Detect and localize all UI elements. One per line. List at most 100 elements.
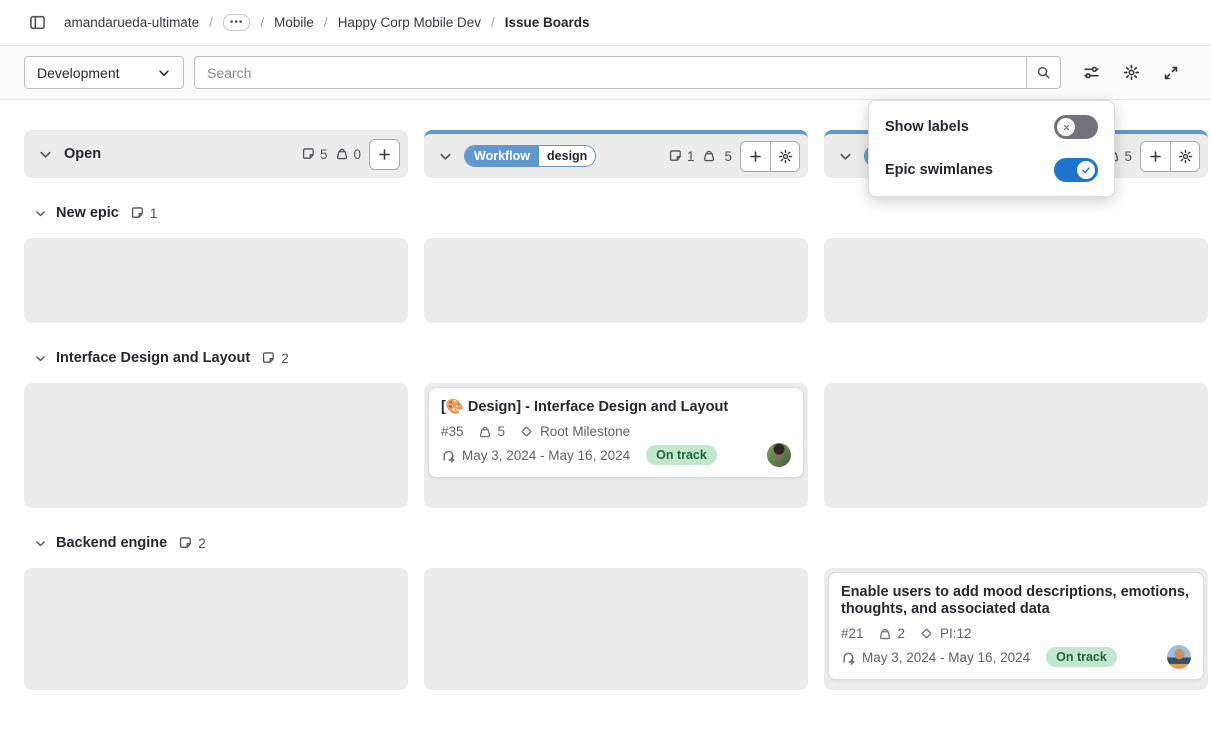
breadcrumb-group[interactable]: amandarueda-ultimate: [64, 15, 199, 30]
weight-icon: [878, 627, 892, 641]
issue-meta-row: #21 2 PI:12: [841, 626, 1191, 641]
issue-title: Enable users to add mood descriptions, e…: [841, 584, 1191, 618]
collapse-swimlane-button[interactable]: [32, 205, 48, 221]
column-actions: [369, 139, 400, 170]
column-issue-count: 5: [302, 147, 328, 162]
list-settings-button[interactable]: [770, 142, 799, 171]
issue-board: Open 5 0 Workflow design 1 5: [24, 130, 1187, 690]
list-settings-button[interactable]: [1170, 142, 1199, 171]
chevron-down-icon: [157, 66, 171, 80]
weight-icon: [478, 425, 492, 439]
issue-boards-page: amandarueda-ultimate / ••• / Mobile / Ha…: [0, 0, 1211, 733]
chevron-down-icon: [838, 149, 853, 164]
breadcrumb-current-page: Issue Boards: [505, 15, 590, 30]
breadcrumb-subgroup[interactable]: Mobile: [274, 15, 314, 30]
add-issue-button[interactable]: [1141, 142, 1170, 171]
plus-icon: [748, 149, 763, 164]
breadcrumb: amandarueda-ultimate / ••• / Mobile / Ha…: [64, 14, 590, 31]
issue-title: [🎨 Design] - Interface Design and Layout: [441, 399, 791, 416]
swimlane-title: New epic: [56, 205, 119, 221]
board-switcher-dropdown[interactable]: Development: [24, 56, 184, 89]
show-labels-label: Show labels: [885, 119, 969, 135]
gear-icon: [1178, 149, 1193, 164]
collapse-swimlane-button[interactable]: [32, 350, 48, 366]
milestone-icon: [919, 626, 934, 641]
chevron-down-icon: [38, 147, 53, 162]
column-title: Open: [64, 146, 101, 162]
epic-icon: [179, 536, 193, 550]
swimlane-interface-design: Interface Design and Layout 2 [🎨 Design]…: [24, 350, 1187, 508]
issue-meta-row: #35 5 Root Milestone: [441, 424, 791, 439]
swimlane-new-epic: New epic 1: [24, 205, 1187, 323]
issue-card-mood[interactable]: Enable users to add mood descriptions, e…: [828, 572, 1204, 680]
board-cell-empty[interactable]: [424, 568, 808, 690]
gear-icon: [778, 149, 793, 164]
issue-weight: 5: [478, 424, 506, 439]
board-config-button[interactable]: [1075, 57, 1107, 89]
column-weight-count: 5: [702, 149, 732, 164]
assignee-avatar[interactable]: [1167, 645, 1191, 669]
breadcrumb-project[interactable]: Happy Corp Mobile Dev: [338, 15, 481, 30]
epic-icon: [262, 351, 276, 365]
breadcrumb-separator: /: [260, 15, 264, 30]
board-cell-empty[interactable]: [424, 238, 808, 323]
board-cell-empty[interactable]: [824, 383, 1208, 508]
epic-swimlanes-label: Epic swimlanes: [885, 162, 993, 178]
board-cell: Enable users to add mood descriptions, e…: [824, 568, 1208, 690]
add-issue-button[interactable]: [741, 142, 770, 171]
collapse-column-button[interactable]: [834, 145, 856, 167]
epic-swimlanes-row: Epic swimlanes: [885, 158, 1098, 182]
board-cell-empty[interactable]: [24, 568, 408, 690]
gear-icon: [1123, 64, 1140, 81]
epic-swimlanes-toggle[interactable]: [1054, 158, 1098, 182]
breadcrumb-separator: /: [209, 15, 213, 30]
issues-icon: [669, 149, 683, 163]
issues-icon: [302, 147, 316, 161]
swimlane-issue-count: 2: [262, 351, 289, 366]
weight-icon: [335, 147, 349, 161]
chevron-down-icon: [34, 207, 47, 220]
swimlane-title: Backend engine: [56, 535, 167, 551]
search-icon: [1036, 65, 1051, 80]
breadcrumb-separator: /: [491, 15, 495, 30]
board-cell-empty[interactable]: [824, 238, 1208, 323]
label-value: design: [539, 146, 595, 166]
chevron-down-icon: [438, 149, 453, 164]
issue-card-design[interactable]: [🎨 Design] - Interface Design and Layout…: [428, 387, 804, 478]
assignee-avatar[interactable]: [767, 443, 791, 467]
column-header-open: Open 5 0: [24, 130, 408, 178]
chevron-down-icon: [34, 537, 47, 550]
fullscreen-button[interactable]: [1155, 57, 1187, 89]
collapse-column-button[interactable]: [34, 143, 56, 165]
column-header-workflow-design: Workflow design 1 5: [424, 130, 808, 178]
health-status-badge: On track: [1046, 647, 1117, 667]
swimlane-header: Interface Design and Layout 2: [32, 350, 1187, 366]
board-switcher-label: Development: [37, 65, 120, 81]
issue-weight: 2: [878, 626, 906, 641]
board-cell-empty[interactable]: [24, 383, 408, 508]
board-settings-button[interactable]: [1115, 57, 1147, 89]
collapse-swimlane-button[interactable]: [32, 535, 48, 551]
issue-meta-row: May 3, 2024 - May 16, 2024 On track: [441, 443, 791, 467]
search-button[interactable]: [1026, 56, 1061, 89]
search-input[interactable]: [194, 56, 1026, 89]
add-issue-button[interactable]: [370, 140, 399, 169]
column-label[interactable]: Workflow design: [464, 145, 596, 167]
milestone-icon: [519, 424, 534, 439]
swimlane-header: Backend engine 2: [32, 535, 1187, 551]
toolbar-actions: [1075, 57, 1187, 89]
iteration-icon: [441, 448, 456, 463]
breadcrumb-bar: amandarueda-ultimate / ••• / Mobile / Ha…: [0, 0, 1211, 46]
show-labels-toggle[interactable]: [1054, 115, 1098, 139]
swimlane-issue-count: 2: [179, 536, 206, 551]
sidebar-toggle-icon[interactable]: [24, 10, 50, 36]
breadcrumb-ellipsis-button[interactable]: •••: [223, 14, 251, 31]
column-issue-count: 1: [669, 149, 695, 164]
boards-toolbar: Development: [0, 46, 1211, 100]
issue-meta-row: May 3, 2024 - May 16, 2024 On track: [841, 645, 1191, 669]
board-cell-empty[interactable]: [24, 238, 408, 323]
issue-milestone: PI:12: [919, 626, 972, 641]
sliders-icon: [1083, 64, 1100, 81]
collapse-column-button[interactable]: [434, 145, 456, 167]
issue-reference: #21: [841, 626, 864, 641]
